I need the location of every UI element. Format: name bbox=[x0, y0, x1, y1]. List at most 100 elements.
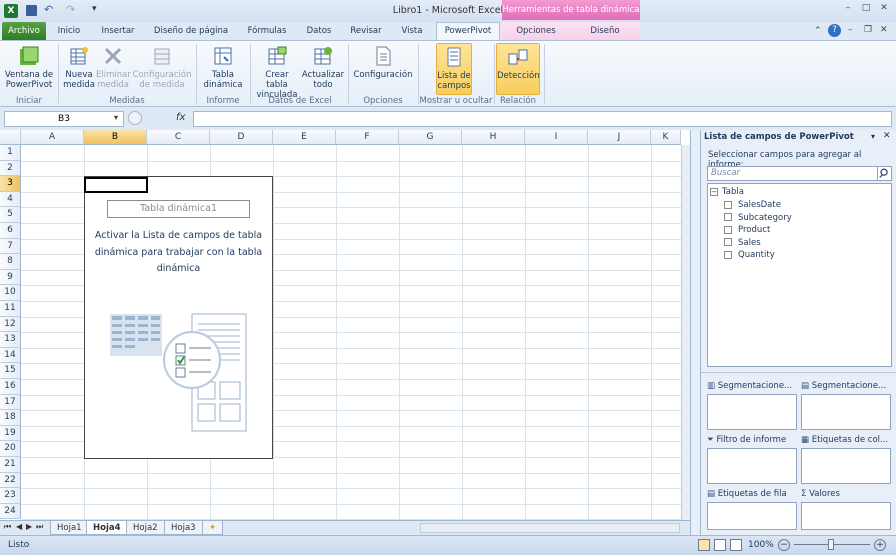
column-header-c[interactable]: C bbox=[147, 130, 210, 145]
sheet-tab-hoja2[interactable]: Hoja2 bbox=[126, 521, 165, 535]
name-box[interactable]: B3 bbox=[4, 111, 124, 127]
row-header-3[interactable]: 3 bbox=[0, 176, 21, 192]
zoom-in-icon[interactable]: + bbox=[874, 539, 886, 551]
sheet-nav-last-icon[interactable]: ⏭ bbox=[36, 522, 43, 532]
row-header-6[interactable]: 6 bbox=[0, 223, 21, 239]
field-salesdate[interactable]: SalesDate bbox=[724, 199, 781, 211]
workbook-restore-icon[interactable]: ❐ bbox=[864, 25, 872, 35]
active-cell-b3[interactable] bbox=[84, 177, 148, 193]
tab-archivo[interactable]: Archivo bbox=[2, 22, 46, 40]
checkbox[interactable] bbox=[724, 250, 732, 259]
area-slicers-horizontal[interactable] bbox=[801, 394, 891, 430]
workbook-close-icon[interactable]: ✕ bbox=[880, 25, 888, 35]
minimize-ribbon-icon[interactable]: ⌃ bbox=[814, 26, 822, 36]
help-icon[interactable]: ? bbox=[828, 24, 841, 37]
field-quantity[interactable]: Quantity bbox=[724, 249, 775, 261]
column-header-h[interactable]: H bbox=[462, 130, 525, 145]
row-header-22[interactable]: 22 bbox=[0, 472, 21, 489]
column-header-d[interactable]: D bbox=[210, 130, 273, 145]
sheet-tab-hoja3[interactable]: Hoja3 bbox=[164, 521, 203, 535]
vertical-scrollbar[interactable] bbox=[681, 145, 690, 520]
sheet-nav-prev-icon[interactable]: ◀ bbox=[16, 522, 22, 531]
row-header-16[interactable]: 16 bbox=[0, 379, 21, 395]
row-header-11[interactable]: 11 bbox=[0, 301, 21, 317]
select-all-corner[interactable] bbox=[0, 130, 21, 145]
sheet-tab-hoja4[interactable]: Hoja4 bbox=[86, 521, 128, 535]
tab-inicio[interactable]: Inicio bbox=[50, 22, 88, 40]
insert-function-button[interactable]: fx bbox=[176, 112, 185, 123]
formula-input[interactable] bbox=[193, 111, 892, 127]
area-values[interactable] bbox=[801, 502, 891, 530]
area-report-filter[interactable] bbox=[707, 448, 797, 484]
row-header-19[interactable]: 19 bbox=[0, 425, 21, 442]
column-header-a[interactable]: A bbox=[21, 130, 84, 145]
field-list-button[interactable]: Lista de campos bbox=[436, 43, 472, 95]
column-header-b[interactable]: B bbox=[84, 130, 147, 145]
name-box-dropdown-icon[interactable]: ▾ bbox=[114, 113, 118, 122]
area-column-labels[interactable] bbox=[801, 448, 891, 484]
zoom-out-icon[interactable]: − bbox=[778, 539, 790, 551]
row-header-20[interactable]: 20 bbox=[0, 441, 21, 457]
row-header-24[interactable]: 24 bbox=[0, 503, 21, 520]
sheet-tab-hoja1[interactable]: Hoja1 bbox=[50, 521, 89, 535]
row-header-9[interactable]: 9 bbox=[0, 269, 21, 286]
row-header-10[interactable]: 10 bbox=[0, 285, 21, 301]
sheet-nav-next-icon[interactable]: ▶ bbox=[26, 522, 32, 531]
new-measure-button[interactable]: Nueva medida bbox=[62, 43, 96, 95]
create-linked-table-button[interactable]: Crear tabla vinculada bbox=[254, 43, 300, 100]
row-header-2[interactable]: 2 bbox=[0, 160, 21, 177]
checkbox[interactable] bbox=[724, 225, 732, 234]
measure-settings-button[interactable]: Configuración de medida bbox=[132, 43, 192, 95]
insert-sheet-icon[interactable]: ✦ bbox=[202, 521, 224, 535]
panel-splitter[interactable] bbox=[690, 130, 700, 535]
search-icon[interactable] bbox=[877, 166, 892, 181]
row-header-8[interactable]: 8 bbox=[0, 254, 21, 270]
row-header-1[interactable]: 1 bbox=[0, 145, 21, 161]
field-product[interactable]: Product bbox=[724, 224, 770, 236]
row-header-15[interactable]: 15 bbox=[0, 363, 21, 379]
pivot-table-button[interactable]: Tabla dinámica bbox=[200, 43, 246, 95]
row-header-12[interactable]: 12 bbox=[0, 316, 21, 333]
refresh-all-button[interactable]: Actualizar todo bbox=[300, 43, 346, 95]
tab-diseno-pagina[interactable]: Diseño de página bbox=[148, 22, 234, 40]
field-subcategory[interactable]: Subcategory bbox=[724, 212, 792, 224]
column-header-i[interactable]: I bbox=[525, 130, 588, 145]
checkbox[interactable] bbox=[724, 200, 732, 209]
row-header-14[interactable]: 14 bbox=[0, 347, 21, 364]
row-header-18[interactable]: 18 bbox=[0, 410, 21, 426]
page-break-view-icon[interactable] bbox=[730, 539, 742, 551]
row-header-17[interactable]: 17 bbox=[0, 394, 21, 411]
field-search-input[interactable]: Buscar bbox=[707, 166, 879, 181]
settings-button[interactable]: Configuración bbox=[352, 43, 414, 95]
tab-revisar[interactable]: Revisar bbox=[346, 22, 386, 40]
page-layout-view-icon[interactable] bbox=[714, 539, 726, 551]
tab-diseno[interactable]: Diseño bbox=[570, 22, 640, 40]
detection-button[interactable]: Detección bbox=[496, 43, 540, 95]
column-header-f[interactable]: F bbox=[336, 130, 399, 145]
area-slicers-vertical[interactable] bbox=[707, 394, 797, 430]
checkbox[interactable] bbox=[724, 213, 732, 221]
horizontal-scrollbar[interactable] bbox=[420, 523, 680, 533]
column-header-k[interactable]: K bbox=[651, 130, 681, 145]
tab-opciones[interactable]: Opciones bbox=[502, 22, 570, 40]
delete-measure-button[interactable]: Eliminar medida bbox=[96, 43, 131, 95]
tab-datos[interactable]: Datos bbox=[300, 22, 338, 40]
field-sales[interactable]: Sales bbox=[724, 237, 761, 249]
tab-vista[interactable]: Vista bbox=[394, 22, 430, 40]
column-header-j[interactable]: J bbox=[588, 130, 651, 145]
zoom-level[interactable]: 100% bbox=[748, 540, 774, 550]
tab-formulas[interactable]: Fórmulas bbox=[242, 22, 292, 40]
panel-close-icon[interactable]: ✕ bbox=[883, 131, 891, 141]
area-divider[interactable] bbox=[701, 372, 896, 376]
powerpivot-window-button[interactable]: Ventana de PowerPivot bbox=[4, 43, 54, 95]
row-header-7[interactable]: 7 bbox=[0, 238, 21, 255]
row-header-4[interactable]: 4 bbox=[0, 191, 21, 208]
row-header-5[interactable]: 5 bbox=[0, 207, 21, 223]
area-row-labels[interactable] bbox=[707, 502, 797, 530]
column-header-e[interactable]: E bbox=[273, 130, 336, 145]
normal-view-icon[interactable] bbox=[698, 539, 710, 551]
tab-insertar[interactable]: Insertar bbox=[96, 22, 140, 40]
workbook-minimize-icon[interactable]: – bbox=[848, 25, 853, 35]
zoom-slider-thumb[interactable] bbox=[828, 539, 834, 550]
row-header-21[interactable]: 21 bbox=[0, 457, 21, 473]
